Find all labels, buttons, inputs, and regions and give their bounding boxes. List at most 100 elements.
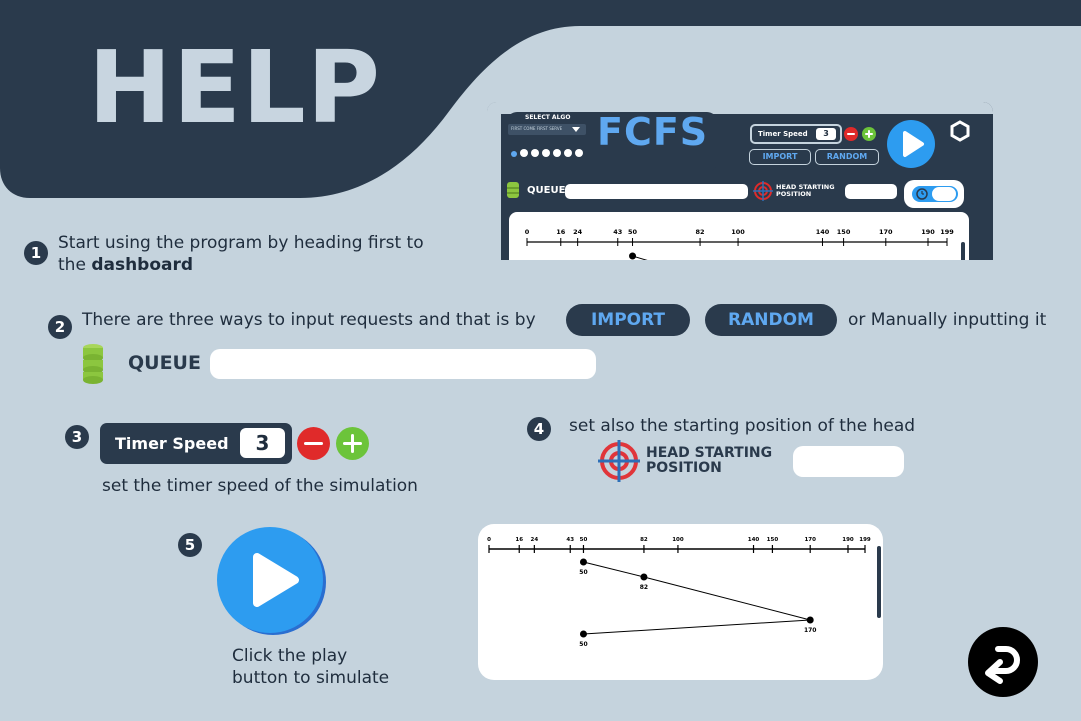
import-button[interactable]: IMPORT: [566, 304, 690, 336]
x-tick-label: 190: [842, 537, 854, 543]
preview-tick-label: 199: [940, 228, 954, 236]
data-point: [579, 558, 587, 566]
random-button[interactable]: RANDOM: [705, 304, 837, 336]
step-3-text: set the timer speed of the simulation: [102, 476, 418, 496]
series-segment: [583, 619, 811, 635]
x-tick-label: 16: [515, 537, 523, 543]
preview-tick-label: 82: [696, 228, 705, 236]
x-tick-label: 82: [640, 537, 648, 543]
preview-head-input[interactable]: [845, 184, 897, 199]
queue-icon: [83, 344, 103, 384]
step-5-text-line2: button to simulate: [232, 668, 390, 688]
play-button[interactable]: [217, 527, 323, 633]
algo-dropdown[interactable]: FIRST COME FIRST SERVE: [508, 124, 586, 135]
clock-icon: [916, 188, 928, 200]
chevron-down-icon: [572, 127, 580, 132]
preview-random-button[interactable]: RANDOM: [815, 149, 879, 165]
step-1-text-line2: the dashboard: [58, 255, 193, 275]
preview-target-icon: [753, 181, 773, 201]
timer-increase-button[interactable]: [336, 427, 369, 460]
preview-tick-label: 140: [816, 228, 830, 236]
play-icon: [903, 131, 924, 157]
step-4-text: set also the starting position of the he…: [569, 416, 916, 436]
preview-chart: 0 16 24 43 50 82 100 140 150 170 190 199: [525, 228, 954, 260]
dashboard-preview: SELECT ALGO FIRST COME FIRST SERVE FCFS …: [487, 102, 993, 260]
data-point-label: 50: [579, 569, 587, 576]
step-1-text-bold: dashboard: [91, 255, 194, 275]
preview-series-segment: [632, 255, 648, 260]
step-4-number: 4: [527, 417, 551, 441]
play-icon: [253, 553, 299, 607]
head-starting-label-line1: HEAD STARTING: [646, 445, 773, 461]
queue-label: QUEUE: [128, 352, 201, 374]
queue-input[interactable]: [210, 349, 596, 379]
data-point: [579, 630, 587, 638]
step-3-number: 3: [65, 425, 89, 449]
step-1-text-line1: Start using the program by heading first…: [58, 233, 424, 253]
preview-tick-label: 170: [879, 228, 893, 236]
step-5-number: 5: [178, 533, 202, 557]
x-tick-label: 24: [531, 537, 539, 543]
step-5-text-line1: Click the play: [232, 646, 348, 666]
preview-minus-button[interactable]: [844, 127, 858, 141]
back-arrow-icon: [985, 646, 1020, 684]
step-2-number: 2: [48, 315, 72, 339]
preview-toggle[interactable]: [904, 180, 964, 208]
preview-tick-label: 16: [556, 228, 566, 236]
preview-tick-label: 0: [525, 228, 530, 236]
simulation-chart: 0 16 24 43 50 82 100 140 150 170 190 199 50 82 170 50: [487, 537, 871, 648]
head-position-input[interactable]: [793, 446, 904, 477]
data-point-label: 170: [804, 627, 817, 634]
timer-speed-control: Timer Speed 3: [100, 423, 292, 464]
page-title: HELP: [88, 29, 382, 146]
step-2-text-end: or Manually inputting it: [848, 310, 1047, 330]
x-tick-label: 43: [566, 537, 574, 543]
step-1-text-plain: the: [58, 255, 92, 275]
preview-timer-speed: Timer Speed 3: [750, 124, 842, 144]
data-point-label: 82: [640, 584, 648, 591]
data-point: [640, 573, 648, 581]
preview-tick-label: 50: [628, 228, 638, 236]
simulation-chart-panel: 0 16 24 43 50 82 100 140 150 170 190 199 50 82 170 50: [478, 524, 883, 680]
preview-tick-label: 150: [837, 228, 851, 236]
back-button[interactable]: [968, 627, 1038, 697]
step-1-number: 1: [24, 241, 48, 265]
x-tick-label: 140: [748, 537, 760, 543]
series-segment: [643, 576, 811, 621]
preview-play-button[interactable]: [887, 120, 935, 168]
x-tick-label: 100: [672, 537, 684, 543]
algo-dropdown-value: FIRST COME FIRST SERVE: [511, 126, 563, 131]
x-tick-label: 199: [859, 537, 871, 543]
preview-queue-label: QUEUE: [527, 185, 566, 196]
x-tick-label: 0: [487, 537, 491, 543]
x-tick-label: 150: [767, 537, 779, 543]
algo-dots: [511, 142, 583, 161]
preview-timer-speed-value: 3: [816, 128, 836, 140]
preview-head-label-line2: POSITION: [776, 190, 812, 198]
preview-tick-label: 43: [613, 228, 622, 236]
data-point: [806, 616, 814, 624]
series-segment: [583, 561, 645, 578]
target-icon: [598, 440, 640, 482]
x-tick-label: 170: [804, 537, 816, 543]
preview-tick-label: 100: [731, 228, 745, 236]
preview-import-button[interactable]: IMPORT: [749, 149, 811, 165]
preview-chart-panel: 0 16 24 43 50 82 100 140 150 170 190 199: [509, 212, 969, 260]
step-2-text-start: There are three ways to input requests a…: [82, 310, 536, 330]
preview-timer-speed-label: Timer Speed: [758, 130, 808, 138]
preview-tick-label: 24: [573, 228, 583, 236]
algo-title: FCFS: [597, 110, 709, 154]
preview-plus-button[interactable]: [862, 127, 876, 141]
timer-speed-value[interactable]: 3: [240, 428, 285, 458]
timer-speed-label: Timer Speed: [115, 434, 229, 453]
select-algo-label: SELECT ALGO: [525, 114, 571, 121]
preview-queue-icon: [507, 182, 519, 198]
head-starting-label: HEAD STARTING POSITION: [646, 446, 772, 476]
head-starting-label-line2: POSITION: [646, 460, 722, 476]
chart-scrollbar[interactable]: [877, 546, 881, 618]
settings-hex-icon[interactable]: [949, 120, 971, 142]
timer-decrease-button[interactable]: [297, 427, 330, 460]
preview-queue-input[interactable]: [565, 184, 748, 199]
x-tick-label: 50: [580, 537, 588, 543]
data-point-label: 50: [579, 641, 587, 648]
